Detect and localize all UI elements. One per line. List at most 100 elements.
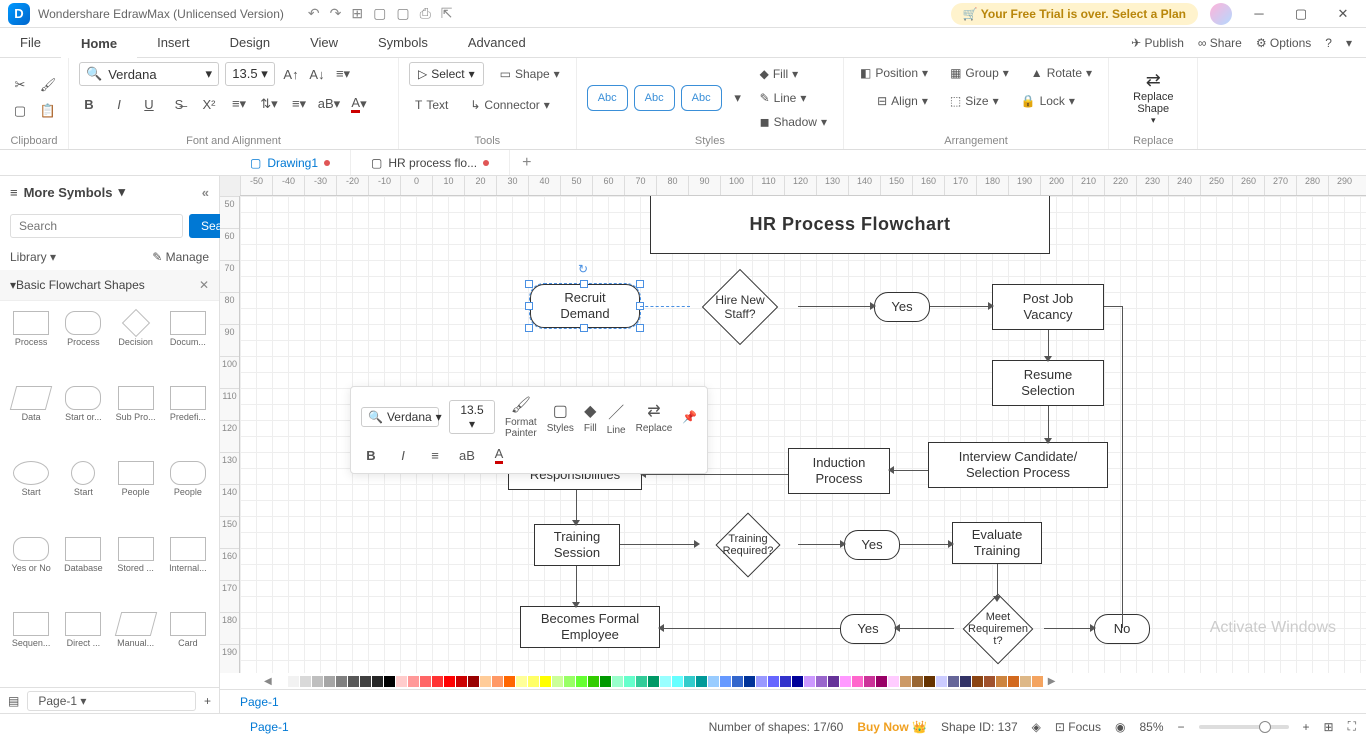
color-prev-icon[interactable]: ◀ (260, 676, 276, 687)
color-swatch[interactable] (600, 676, 611, 687)
align-left-icon[interactable]: ≡▾ (229, 94, 249, 114)
font-select[interactable]: 🔍 Verdana▾ (79, 62, 219, 86)
color-swatch[interactable] (672, 676, 683, 687)
underline-icon[interactable]: U (139, 94, 159, 114)
cut-icon[interactable]: ✂ (10, 75, 30, 95)
mini-italic-icon[interactable]: I (393, 445, 413, 465)
menu-advanced[interactable]: Advanced (448, 28, 546, 57)
color-swatch[interactable] (876, 676, 887, 687)
menu-design[interactable]: Design (210, 28, 290, 57)
maximize-icon[interactable]: ▢ (1286, 2, 1316, 26)
share-button[interactable]: ∞ Share (1198, 36, 1242, 50)
redo-icon[interactable]: ↷ (330, 5, 342, 22)
color-swatch[interactable] (360, 676, 371, 687)
color-swatch[interactable] (480, 676, 491, 687)
mini-case-icon[interactable]: aB (457, 445, 477, 465)
align-vert-icon[interactable]: ≡▾ (333, 64, 353, 84)
pin-icon[interactable]: 📌 (682, 410, 697, 424)
rotate-button[interactable]: ▲ Rotate▾ (1025, 62, 1098, 84)
color-swatch[interactable] (288, 676, 299, 687)
style-sample-2[interactable]: Abc (634, 85, 675, 111)
shape-interview[interactable]: Interview Candidate/ Selection Process (928, 442, 1108, 488)
menu-symbols[interactable]: Symbols (358, 28, 448, 57)
color-swatch[interactable] (528, 676, 539, 687)
shapes-section-title[interactable]: ▾ Basic Flowchart Shapes ✕ (0, 270, 219, 301)
color-swatch[interactable] (912, 676, 923, 687)
styles-dropdown-icon[interactable]: ▾ (728, 88, 748, 108)
minimize-icon[interactable]: ─ (1244, 2, 1274, 26)
style-sample-1[interactable]: Abc (587, 85, 628, 111)
shape-palette-item[interactable]: Stored ... (111, 535, 161, 604)
color-swatch[interactable] (636, 676, 647, 687)
line-button[interactable]: ✎ Line ▾ (754, 87, 833, 109)
color-swatch[interactable] (588, 676, 599, 687)
fit-page-icon[interactable]: ⊞ (1324, 720, 1334, 734)
shape-induction[interactable]: Induction Process (788, 448, 890, 494)
shape-palette-item[interactable]: Sub Pro... (111, 384, 161, 453)
fullscreen-icon[interactable]: ⛶ (1348, 719, 1356, 734)
mini-font-color-icon[interactable]: A (489, 445, 509, 465)
publish-button[interactable]: ✈ Publish (1131, 36, 1184, 50)
color-next-icon[interactable]: ▶ (1044, 676, 1060, 687)
zoom-slider[interactable] (1199, 725, 1289, 729)
shape-tool[interactable]: ▭ Shape ▾ (494, 62, 566, 86)
color-swatch[interactable] (336, 676, 347, 687)
page-dropdown[interactable]: Page-1 ▾ (27, 691, 196, 711)
color-swatch[interactable] (612, 676, 623, 687)
shape-becomes-formal[interactable]: Becomes Formal Employee (520, 606, 660, 648)
focus-button[interactable]: ⊡ Focus (1055, 720, 1101, 734)
color-swatch[interactable] (828, 676, 839, 687)
shape-palette-item[interactable]: Sequen... (6, 610, 56, 679)
color-swatch[interactable] (984, 676, 995, 687)
style-sample-3[interactable]: Abc (681, 85, 722, 111)
color-swatch[interactable] (804, 676, 815, 687)
color-swatch[interactable] (348, 676, 359, 687)
color-swatch[interactable] (864, 676, 875, 687)
font-color-icon[interactable]: A▾ (349, 94, 369, 114)
strike-icon[interactable]: S̶ (169, 94, 189, 114)
color-swatch[interactable] (972, 676, 983, 687)
color-swatch[interactable] (756, 676, 767, 687)
help-icon[interactable]: ? (1325, 36, 1332, 50)
shape-palette-item[interactable]: Database (58, 535, 108, 604)
color-swatch[interactable] (888, 676, 899, 687)
export-icon[interactable]: ⇱ (441, 5, 453, 22)
flowchart-title[interactable]: HR Process Flowchart (650, 196, 1050, 254)
buy-now-button[interactable]: Buy Now 👑 (857, 720, 927, 734)
shape-palette-item[interactable]: Process (58, 309, 108, 378)
color-swatch[interactable] (696, 676, 707, 687)
zoom-in-icon[interactable]: + (1303, 720, 1310, 734)
superscript-icon[interactable]: X² (199, 94, 219, 114)
menu-view[interactable]: View (290, 28, 358, 57)
library-dropdown[interactable]: Library ▾ (10, 250, 56, 264)
trial-badge[interactable]: 🛒 Your Free Trial is over. Select a Plan (951, 3, 1198, 25)
color-swatch[interactable] (408, 676, 419, 687)
color-swatch[interactable] (300, 676, 311, 687)
shape-palette-item[interactable]: Predefi... (163, 384, 213, 453)
status-page[interactable]: Page-1 (240, 720, 299, 734)
bullets-icon[interactable]: ≡▾ (289, 94, 309, 114)
save-icon[interactable]: ▢ (396, 5, 409, 22)
shape-yes-3[interactable]: Yes (840, 614, 896, 644)
color-swatch[interactable] (324, 676, 335, 687)
close-icon[interactable]: ✕ (1328, 2, 1358, 26)
add-tab-button[interactable]: + (510, 154, 543, 172)
shape-palette-item[interactable]: Start (6, 459, 56, 528)
color-swatch[interactable] (924, 676, 935, 687)
zoom-out-icon[interactable]: − (1178, 720, 1185, 734)
shape-post-job[interactable]: Post Job Vacancy (992, 284, 1104, 330)
color-swatch[interactable] (816, 676, 827, 687)
menu-insert[interactable]: Insert (137, 28, 210, 57)
user-avatar[interactable] (1210, 3, 1232, 25)
doc-tab-drawing1[interactable]: ▢Drawing1 (230, 150, 351, 175)
shape-meet-requirement[interactable]: Meet Requiremen t? (948, 594, 1048, 664)
color-swatch[interactable] (660, 676, 671, 687)
color-swatch[interactable] (576, 676, 587, 687)
search-input[interactable] (10, 214, 183, 238)
color-swatch[interactable] (744, 676, 755, 687)
undo-icon[interactable]: ↶ (308, 5, 320, 22)
color-swatch[interactable] (852, 676, 863, 687)
color-swatch[interactable] (732, 676, 743, 687)
color-swatch[interactable] (420, 676, 431, 687)
color-swatch[interactable] (624, 676, 635, 687)
